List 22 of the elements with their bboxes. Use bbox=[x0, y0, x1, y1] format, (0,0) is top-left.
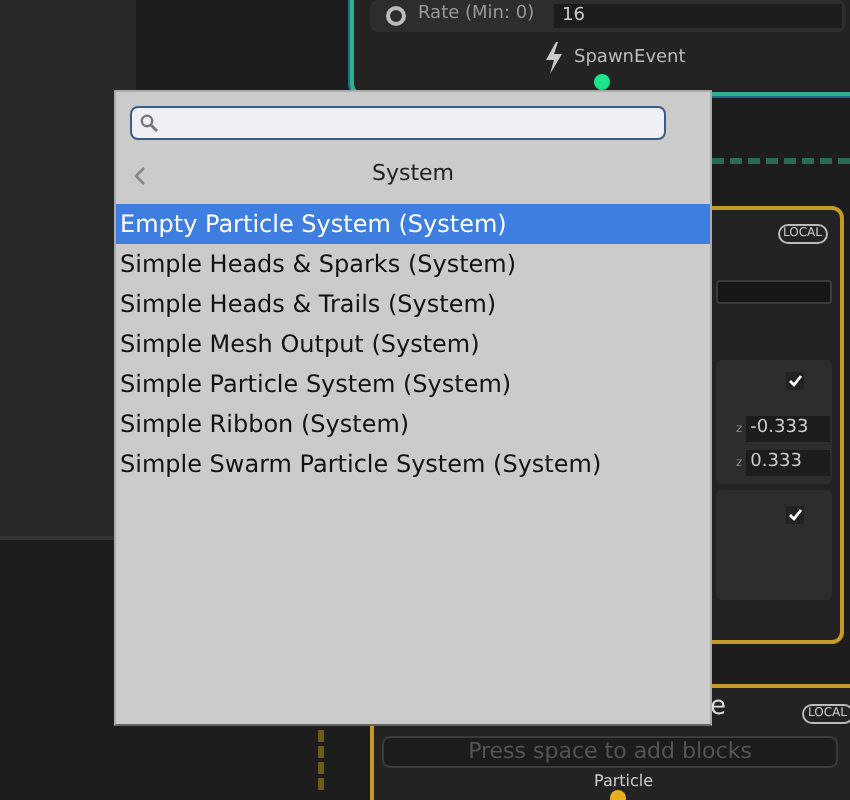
number-field[interactable]: -0.333 bbox=[746, 416, 831, 442]
rate-label: Rate (Min: 0) bbox=[418, 4, 535, 26]
checkbox[interactable] bbox=[786, 506, 804, 524]
search-field[interactable] bbox=[130, 106, 666, 140]
menu-item[interactable]: Simple Ribbon (System) bbox=[116, 404, 710, 444]
menu-item[interactable]: Simple Heads & Trails (System) bbox=[116, 284, 710, 324]
node-title: e bbox=[710, 692, 726, 722]
search-icon bbox=[140, 114, 158, 132]
menu-item[interactable]: Simple Mesh Output (System) bbox=[116, 324, 710, 364]
menu-item[interactable]: Empty Particle System (System) bbox=[116, 204, 710, 244]
property-field bbox=[716, 280, 832, 304]
checkbox[interactable] bbox=[786, 372, 804, 390]
event-label: SpawnEvent bbox=[574, 48, 686, 68]
menu-item[interactable]: Simple Swarm Particle System (System) bbox=[116, 444, 710, 484]
menu-item[interactable]: Simple Particle System (System) bbox=[116, 364, 710, 404]
port-icon[interactable] bbox=[386, 6, 406, 26]
lightning-icon bbox=[544, 42, 564, 74]
flow-label: Particle bbox=[594, 772, 654, 790]
menu-item[interactable]: Simple Heads & Sparks (System) bbox=[116, 244, 710, 284]
rate-field[interactable]: 16 bbox=[554, 4, 842, 28]
menu-title: System bbox=[371, 159, 455, 185]
number-field[interactable]: 0.333 bbox=[746, 450, 831, 476]
